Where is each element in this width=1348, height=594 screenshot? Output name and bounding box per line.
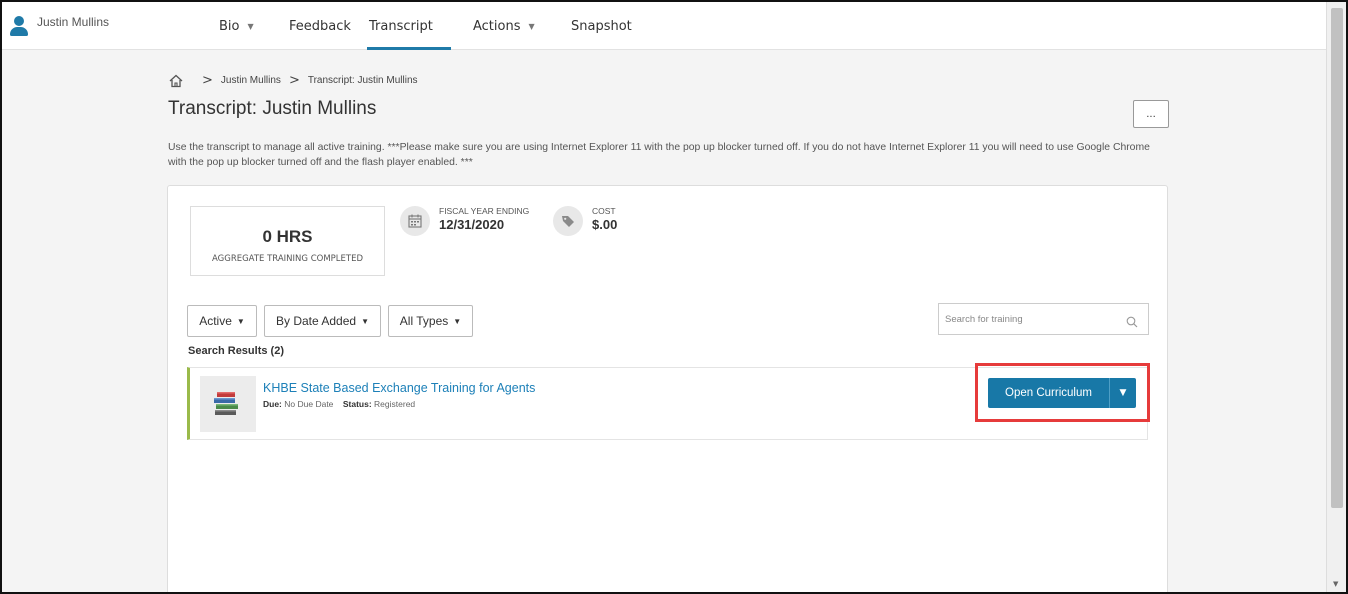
training-meta: Due: No Due Date Status: Registered — [263, 399, 415, 409]
page-scrollbar[interactable]: ▼ — [1326, 2, 1346, 592]
breadcrumb-user[interactable]: Justin Mullins — [221, 75, 281, 86]
page-title: Transcript: Justin Mullins — [168, 98, 377, 119]
chevron-down-icon: ▼ — [453, 316, 462, 326]
training-title-link[interactable]: KHBE State Based Exchange Training for A… — [263, 381, 535, 395]
price-tag-icon — [553, 206, 583, 236]
fiscal-year-stat: FISCAL YEAR ENDING 12/31/2020 — [400, 206, 529, 236]
chevron-down-icon: ▼ — [236, 316, 245, 326]
more-options-icon: ... — [1146, 108, 1156, 120]
tab-actions[interactable]: Actions ▼ — [461, 2, 559, 50]
training-hours-value: 0 HRS — [262, 227, 313, 246]
search-input[interactable] — [939, 304, 1119, 334]
transcript-card: 0 HRS AGGREGATE TRAINING COMPLETED FISCA… — [167, 185, 1168, 592]
tab-snapshot[interactable]: Snapshot — [559, 2, 643, 50]
tab-feedback[interactable]: Feedback — [277, 2, 357, 50]
type-filter-dropdown[interactable]: All Types ▼ — [388, 305, 473, 337]
home-icon[interactable] — [168, 74, 184, 88]
app-frame: Justin Mullins Bio ▼ Feedback Transcript… — [0, 0, 1348, 594]
due-value: No Due Date — [284, 399, 334, 409]
chevron-down-icon[interactable]: ▼ — [1110, 378, 1136, 408]
user-avatar-icon — [10, 14, 28, 36]
training-search — [938, 303, 1149, 335]
open-curriculum-button[interactable]: Open Curriculum ▼ — [988, 378, 1136, 408]
breadcrumb: > Justin Mullins > Transcript: Justin Mu… — [168, 73, 418, 88]
profile-nav: Bio ▼ Feedback Transcript Actions ▼ Snap… — [207, 2, 643, 50]
search-results-label: Search Results (2) — [188, 345, 284, 357]
more-options-button[interactable]: ... — [1133, 100, 1169, 128]
page-description: Use the transcript to manage all active … — [168, 142, 1150, 168]
breadcrumb-separator-icon: > — [202, 73, 213, 88]
tab-feedback-label: Feedback — [289, 18, 351, 34]
training-hours-label: AGGREGATE TRAINING COMPLETED — [211, 254, 363, 264]
fiscal-year-value: 12/31/2020 — [439, 217, 505, 232]
fiscal-year-label: FISCAL YEAR ENDING — [439, 206, 530, 216]
sort-filter-label: By Date Added — [276, 314, 357, 328]
status-filter-label: Active — [199, 314, 232, 328]
tab-bio-label: Bio — [219, 18, 240, 34]
training-books-icon — [200, 376, 256, 432]
breadcrumb-separator-icon: > — [288, 73, 300, 88]
tab-bio[interactable]: Bio ▼ — [207, 2, 277, 50]
due-label: Due: — [263, 399, 282, 409]
calendar-icon — [400, 206, 430, 236]
scrollbar-thumb[interactable] — [1331, 8, 1343, 508]
cost-label: COST — [592, 206, 616, 216]
scroll-down-arrow-icon[interactable]: ▼ — [1333, 580, 1338, 588]
tab-actions-label: Actions — [473, 18, 521, 34]
chevron-down-icon: ▼ — [528, 21, 535, 31]
status-label: Status: — [342, 399, 372, 409]
chevron-down-icon: ▼ — [247, 21, 254, 31]
user-name: Justin Mullins — [37, 15, 110, 29]
open-curriculum-label[interactable]: Open Curriculum — [988, 378, 1110, 408]
sort-filter-dropdown[interactable]: By Date Added ▼ — [264, 305, 381, 337]
status-value: Registered — [374, 399, 416, 409]
tab-transcript-label: Transcript — [369, 18, 433, 34]
user-profile[interactable]: Justin Mullins — [10, 14, 109, 36]
top-bar: Justin Mullins Bio ▼ Feedback Transcript… — [2, 2, 1328, 50]
chevron-down-icon: ▼ — [361, 316, 369, 326]
cost-value: $.00 — [592, 217, 618, 232]
breadcrumb-current: Transcript: Justin Mullins — [307, 75, 418, 86]
training-hours-summary: 0 HRS AGGREGATE TRAINING COMPLETED — [190, 206, 385, 276]
cost-stat: COST $.00 — [553, 206, 617, 236]
type-filter-label: All Types — [399, 314, 449, 328]
tab-snapshot-label: Snapshot — [571, 18, 632, 34]
search-icon[interactable] — [1126, 313, 1138, 328]
status-filter-dropdown[interactable]: Active ▼ — [187, 305, 257, 337]
tab-transcript[interactable]: Transcript — [357, 2, 461, 50]
